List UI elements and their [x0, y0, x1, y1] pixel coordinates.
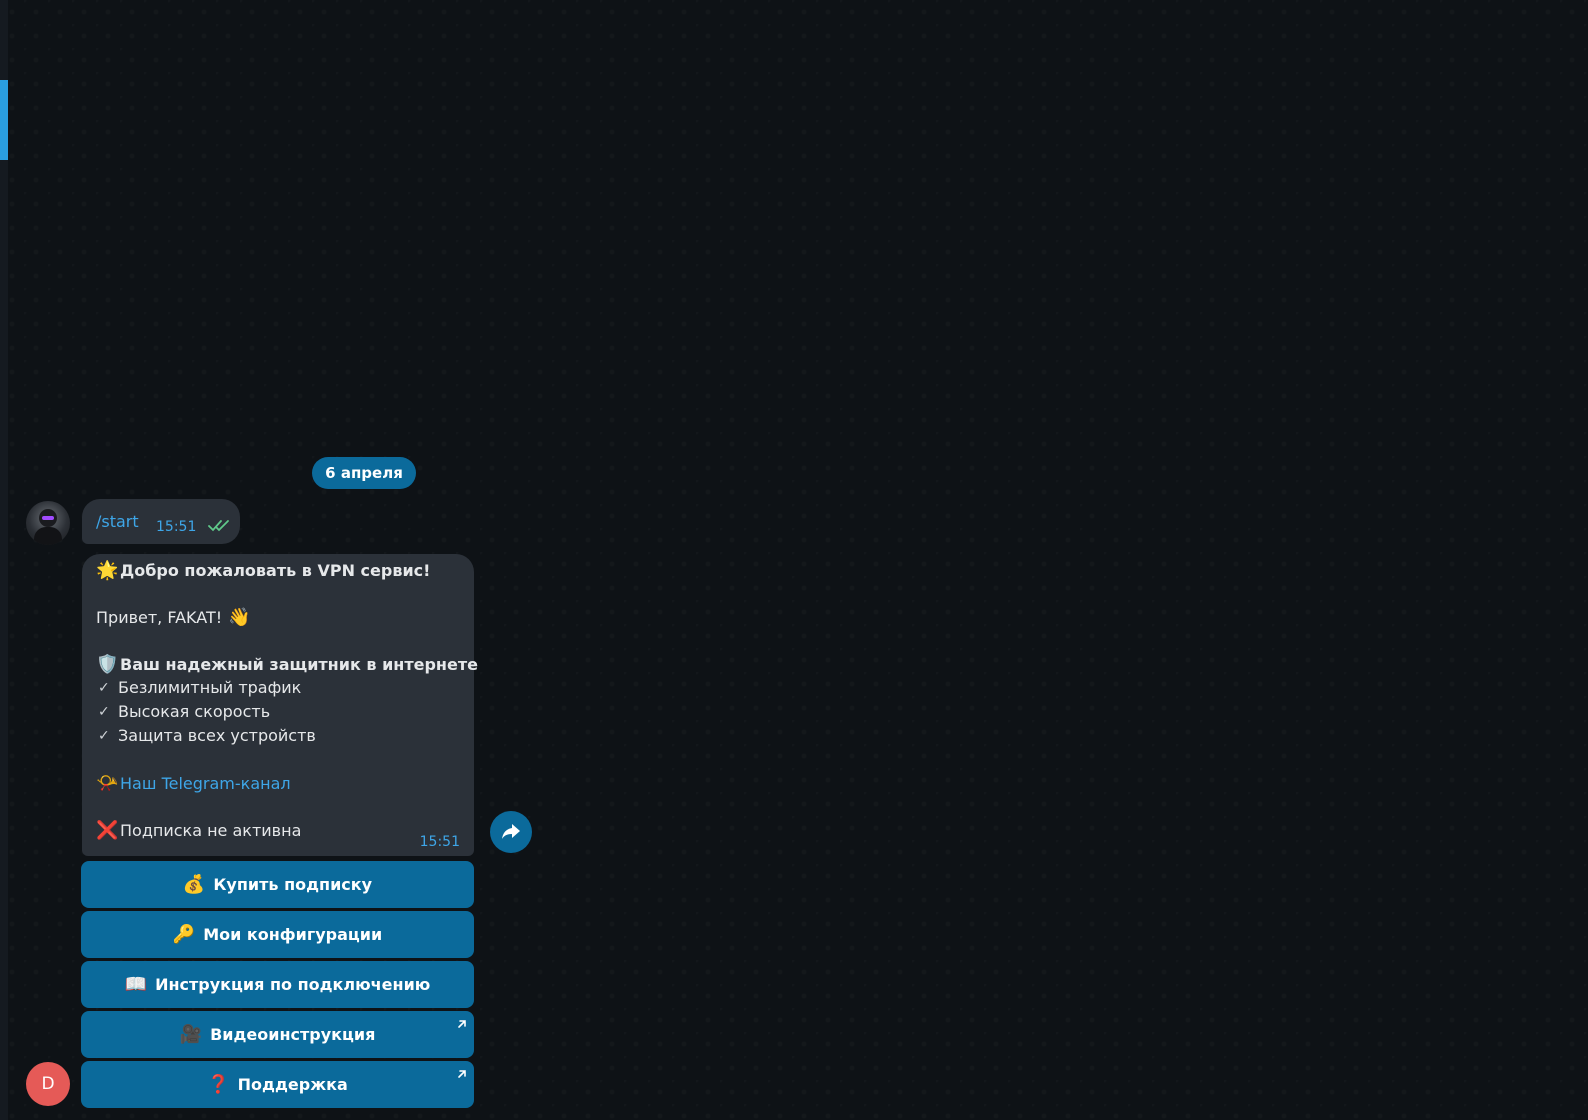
channel-line: 📯 Наш Telegram-канал: [96, 773, 291, 794]
waving-hand-icon: 👋: [228, 607, 251, 628]
message-time: 15:51: [419, 834, 460, 850]
instructions-button[interactable]: 📖 Инструкция по подключению: [81, 961, 474, 1008]
forward-arrow-icon: [502, 824, 520, 839]
chat-list-strip: [0, 0, 8, 1120]
check-icon: ✓: [98, 679, 110, 696]
external-arrow-icon: [456, 1065, 468, 1084]
welcome-title: 🌟 Добро пожаловать в VPN сервис!: [96, 560, 431, 581]
key-icon: 🔑: [172, 924, 196, 945]
date-separator: 6 апреля: [312, 457, 416, 489]
message-start[interactable]: /start 15:51: [82, 499, 240, 544]
support-button[interactable]: ❓ Поддержка: [81, 1061, 474, 1108]
feature-item: ✓ Защита всех устройств: [98, 726, 316, 745]
cross-icon: ❌: [96, 820, 119, 841]
question-mark-icon: ❓: [207, 1074, 230, 1095]
subscription-status: ❌ Подписка не активна: [96, 820, 302, 841]
external-arrow-icon: [456, 1015, 468, 1034]
my-configs-button[interactable]: 🔑 Мои конфигурации: [81, 911, 474, 958]
buy-subscription-button[interactable]: 💰 Купить подписку: [81, 861, 474, 908]
video-camera-icon: 🎥: [179, 1024, 203, 1045]
channel-link[interactable]: Наш Telegram-канал: [120, 774, 291, 793]
check-icon: ✓: [98, 703, 110, 720]
check-icon: ✓: [98, 727, 110, 744]
avatar-body-shape: [34, 527, 62, 545]
double-check-icon: [208, 518, 234, 537]
feature-item: ✓ Безлимитный трафик: [98, 678, 302, 697]
message-welcome[interactable]: 🌟 Добро пожаловать в VPN сервис! Привет,…: [82, 554, 478, 856]
shield-icon: 🛡️: [96, 654, 119, 675]
user-avatar[interactable]: D: [26, 1062, 70, 1106]
money-bag-icon: 💰: [182, 874, 206, 895]
message-time: 15:51: [156, 519, 197, 535]
feature-item: ✓ Высокая скорость: [98, 702, 271, 721]
video-instructions-button[interactable]: 🎥 Видеоинструкция: [81, 1011, 474, 1058]
avatar-eyes-shape: [42, 516, 54, 520]
welcome-greeting: Привет, FAKAT! 👋: [96, 607, 251, 628]
star-icon: 🌟: [96, 560, 119, 581]
command-text[interactable]: /start: [96, 512, 139, 531]
sender-avatar[interactable]: [26, 501, 70, 545]
horn-icon: 📯: [96, 773, 119, 794]
welcome-defender: 🛡️ Ваш надежный защитник в интернете: [96, 654, 478, 675]
active-chat-indicator: [0, 80, 8, 160]
forward-button[interactable]: [490, 811, 532, 853]
book-icon: 📖: [124, 974, 148, 995]
